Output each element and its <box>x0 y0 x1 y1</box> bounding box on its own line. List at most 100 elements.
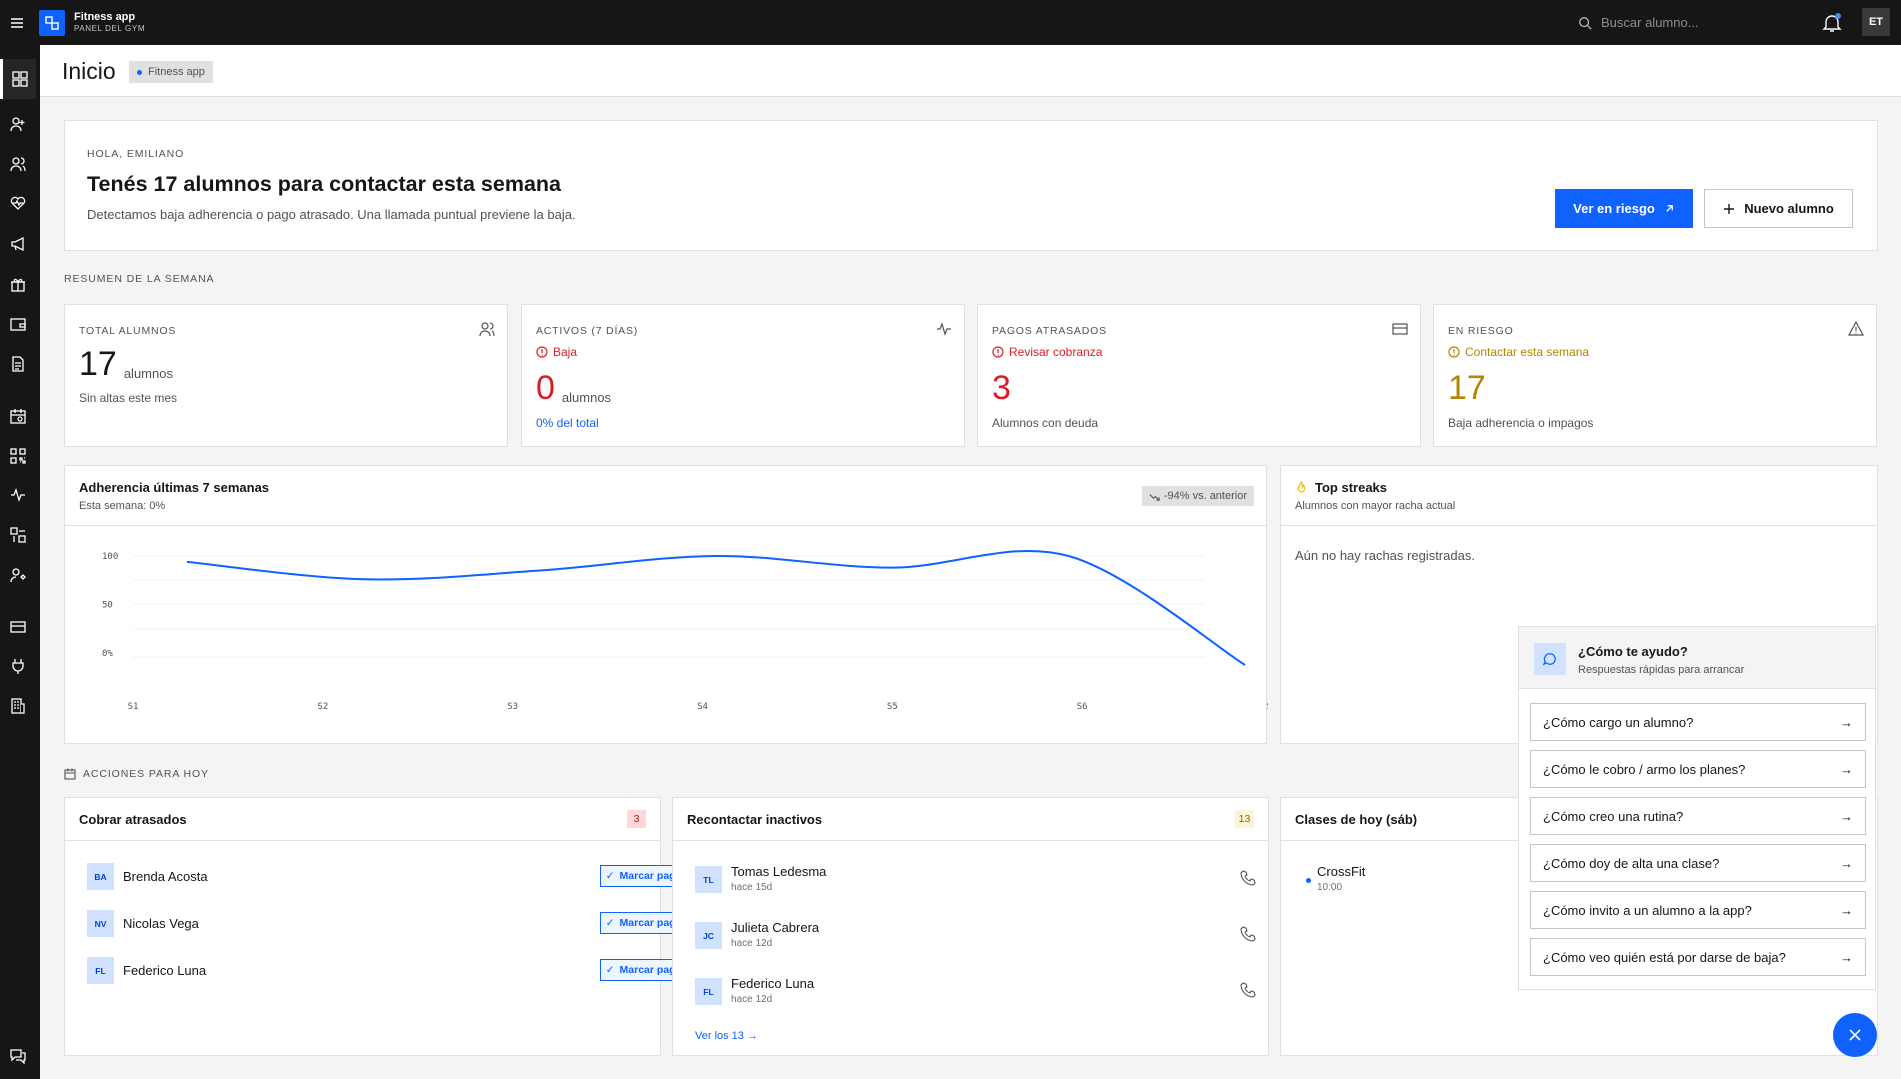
x-tick-label: S5 <box>887 702 898 712</box>
question-text: ¿Cómo le cobro / armo los planes? <box>1543 761 1746 777</box>
kpi-value: 3 <box>992 369 1011 407</box>
kpi-unit: alumnos <box>123 366 173 381</box>
banner-title: Tenés 17 alumnos para contactar esta sem… <box>87 172 562 196</box>
list-item[interactable]: FL Federico Luna hace 12d <box>695 976 1290 1006</box>
student-name: Tomas Ledesma <box>731 864 827 879</box>
close-icon <box>1849 1029 1861 1041</box>
card-title: Cobrar atrasados <box>79 812 187 827</box>
welcome-banner: HOLA, EMILIANO Tenés 17 alumnos para con… <box>64 120 1878 251</box>
class-dot-icon <box>1306 878 1311 883</box>
kpi-status-text: Revisar cobranza <box>1009 345 1103 359</box>
nuevo-alumno-button[interactable]: Nuevo alumno <box>1704 189 1853 228</box>
help-question[interactable]: ¿Cómo veo quién está por darse de baja? → <box>1530 938 1866 976</box>
search-input[interactable]: Buscar alumno... <box>1578 0 1788 45</box>
x-tick-label: S3 <box>507 702 518 712</box>
menu-icon[interactable] <box>0 0 33 45</box>
notification-dot <box>1835 13 1841 19</box>
help-question[interactable]: ¿Cómo cargo un alumno? → <box>1530 703 1866 741</box>
app-title: Fitness app <box>74 10 136 23</box>
kpi-status-text: Contactar esta semana <box>1465 345 1590 359</box>
help-question[interactable]: ¿Cómo le cobro / armo los planes? → <box>1530 750 1866 788</box>
kpi-en-riesgo[interactable]: EN RIESGO Contactar esta semana 17 Baja … <box>1433 304 1877 447</box>
sidebar-item-add-user[interactable] <box>8 114 28 134</box>
sidebar-item-coach[interactable] <box>8 565 28 585</box>
warning-triangle-icon <box>1848 321 1864 336</box>
card-title: Clases de hoy (sáb) <box>1295 812 1418 827</box>
x-tick-label: S1 <box>128 702 139 712</box>
chart-subtitle: Esta semana: 0% <box>79 500 166 512</box>
phone-icon[interactable] <box>1240 982 1256 998</box>
sidebar-item-dashboard[interactable] <box>0 59 36 99</box>
chat-bubble-icon <box>1534 643 1566 675</box>
avatar: FL <box>87 957 114 984</box>
question-text: ¿Cómo creo una rutina? <box>1543 808 1684 824</box>
kpi-label: TOTAL ALUMNOS <box>79 325 177 337</box>
sidebar-item-wallet[interactable] <box>8 314 28 334</box>
count-badge: 13 <box>1235 810 1254 828</box>
sidebar-item-document[interactable] <box>8 354 28 374</box>
kpi-pagos-atrasados[interactable]: PAGOS ATRASADOS Revisar cobranza 3 Alumn… <box>977 304 1421 447</box>
search-placeholder: Buscar alumno... <box>1601 15 1699 30</box>
kpi-foot-link[interactable]: 0% del total <box>536 416 599 430</box>
app-logo-icon <box>39 9 65 36</box>
help-question[interactable]: ¿Cómo doy de alta una clase? → <box>1530 844 1866 882</box>
kpi-status: Contactar esta semana <box>1448 345 1589 359</box>
student-name: Nicolas Vega <box>123 916 199 931</box>
close-help-button[interactable] <box>1833 1013 1877 1057</box>
kpi-foot: Alumnos con deuda <box>992 416 1099 430</box>
brand[interactable]: Fitness app PANEL DEL GYM <box>39 9 146 36</box>
banner-description: Detectamos baja adherencia o pago atrasa… <box>87 207 576 222</box>
sidebar-item-chat[interactable] <box>8 1046 28 1066</box>
sidebar-item-megaphone[interactable] <box>8 234 28 254</box>
avatar: FL <box>695 978 722 1005</box>
kpi-unit: alumnos <box>561 390 612 405</box>
sidebar-item-gift[interactable] <box>8 274 28 294</box>
sidebar-item-exercises[interactable] <box>8 525 28 545</box>
plus-icon <box>1724 203 1735 214</box>
avatar: JC <box>695 922 722 949</box>
x-tick-label: S4 <box>697 702 708 712</box>
page-title: Inicio <box>62 58 116 84</box>
list-item[interactable]: TL Tomas Ledesma hace 15d <box>695 864 1290 894</box>
sidebar-item-health[interactable] <box>8 193 28 213</box>
app-subtitle: PANEL DEL GYM <box>74 23 146 33</box>
phone-icon[interactable] <box>1240 870 1256 886</box>
kpi-status: Revisar cobranza <box>992 345 1102 359</box>
sidebar-item-calendar[interactable] <box>8 406 28 426</box>
help-question[interactable]: ¿Cómo creo una rutina? → <box>1530 797 1866 835</box>
question-text: ¿Cómo veo quién está por darse de baja? <box>1543 949 1786 965</box>
sidebar-item-qr[interactable] <box>8 446 28 466</box>
kpi-label: PAGOS ATRASADOS <box>992 325 1107 337</box>
sidebar-item-users[interactable] <box>8 154 28 174</box>
kpi-status: Baja <box>536 345 577 359</box>
warning-circle-icon <box>1448 346 1460 358</box>
help-question[interactable]: ¿Cómo invito a un alumno a la app? → <box>1530 891 1866 929</box>
greeting: HOLA, EMILIANO <box>87 148 185 160</box>
x-tick-label: S2 <box>317 702 328 712</box>
sidebar-item-building[interactable] <box>8 696 28 716</box>
kpi-value: 17 <box>1448 369 1486 407</box>
trend-down-icon <box>1149 493 1160 501</box>
sidebar-item-plug[interactable] <box>8 656 28 676</box>
arrow-right-icon: → <box>1840 902 1853 918</box>
kpi-activos[interactable]: ACTIVOS (7 DÍAS) Baja 0 alumnos 0% del t… <box>521 304 965 447</box>
avatar[interactable]: ET <box>1862 8 1890 36</box>
phone-icon[interactable] <box>1240 926 1256 942</box>
streaks-title: Top streaks <box>1315 480 1388 495</box>
actions-section-label: ACCIONES PARA HOY <box>64 768 209 780</box>
delta-badge: -94% vs. anterior <box>1141 486 1254 506</box>
sidebar-item-card[interactable] <box>8 617 28 637</box>
arrow-right-icon: → <box>1840 761 1853 777</box>
page-header: Inicio Fitness app <box>40 45 1901 97</box>
credit-card-icon <box>1392 323 1408 335</box>
y-tick-label: 0% <box>102 649 113 659</box>
sidebar-item-activity[interactable] <box>8 485 28 505</box>
kpi-total-alumnos[interactable]: TOTAL ALUMNOS 17 alumnos Sin altas este … <box>64 304 508 447</box>
ver-todos-link[interactable]: Ver los 13 → <box>695 1030 758 1042</box>
student-name: Federico Luna <box>123 963 207 978</box>
adherence-chart-card: Adherencia últimas 7 semanas Esta semana… <box>64 465 1268 744</box>
page-tag-label: Fitness app <box>148 66 205 78</box>
list-item[interactable]: JC Julieta Cabrera hace 12d <box>695 920 1290 950</box>
ver-en-riesgo-button[interactable]: Ver en riesgo <box>1555 189 1693 228</box>
last-seen: hace 15d <box>731 882 773 893</box>
